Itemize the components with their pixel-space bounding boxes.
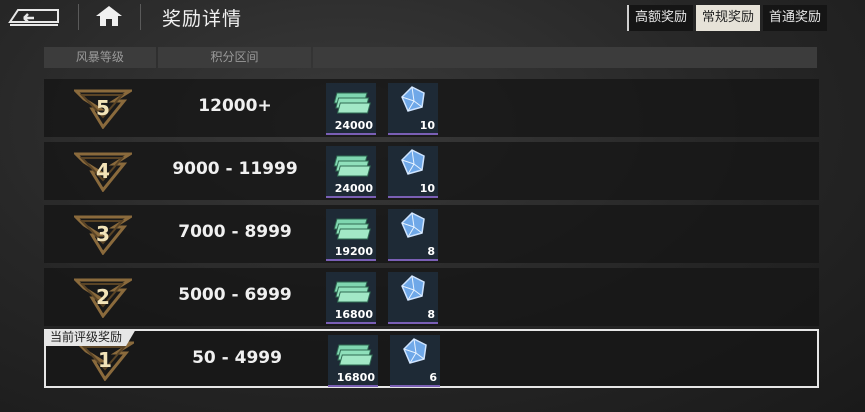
tab-first-clear-reward[interactable]: 首通奖励 (763, 5, 828, 31)
rank-number: 2 (96, 285, 110, 309)
storm-rank-badge: 3 (72, 213, 136, 256)
rank-number: 5 (96, 96, 110, 120)
home-button[interactable] (94, 4, 124, 28)
header-divider (140, 4, 141, 30)
score-range: 50 - 4999 (192, 348, 282, 368)
header-divider (78, 4, 79, 30)
cash-stack-icon (333, 281, 371, 303)
column-rewards (313, 47, 817, 68)
score-range: 9000 - 11999 (172, 159, 298, 179)
reward-row: 3 7000 - 8999 19200 8 (44, 205, 819, 263)
current-rating-tag: 当前评级奖励 (44, 329, 136, 346)
gem-amount: 10 (419, 119, 435, 132)
score-range: 12000+ (198, 96, 272, 116)
back-button[interactable] (8, 6, 60, 28)
score-range: 5000 - 6999 (178, 285, 292, 305)
cash-amount: 19200 (334, 245, 373, 258)
rank-number: 3 (96, 222, 110, 246)
gem-reward-item[interactable]: 8 (388, 209, 438, 261)
cash-reward-item[interactable]: 16800 (328, 335, 378, 387)
gem-amount: 10 (419, 182, 435, 195)
reward-row: 2 5000 - 6999 16800 8 (44, 268, 819, 326)
tab-regular-reward[interactable]: 常规奖励 (696, 5, 761, 31)
cash-reward-item[interactable]: 16800 (326, 272, 376, 324)
cash-stack-icon (333, 155, 371, 177)
cash-amount: 16800 (336, 371, 375, 384)
cash-stack-icon (333, 92, 371, 114)
cash-reward-item[interactable]: 19200 (326, 209, 376, 261)
gem-icon (401, 149, 425, 175)
tab-high-reward[interactable]: 高额奖励 (629, 5, 694, 31)
cash-amount: 16800 (334, 308, 373, 321)
gem-reward-item[interactable]: 6 (390, 335, 440, 387)
gem-reward-item[interactable]: 8 (388, 272, 438, 324)
gem-icon (401, 86, 425, 112)
cash-amount: 24000 (334, 182, 373, 195)
top-bar: 奖励详情 高额奖励 常规奖励 首通奖励 (0, 0, 865, 40)
page-title: 奖励详情 (162, 8, 243, 30)
storm-rank-badge: 5 (72, 87, 136, 130)
column-storm-level: 风暴等级 (44, 47, 156, 68)
reward-row: 4 9000 - 11999 24000 10 (44, 142, 819, 200)
storm-rank-badge: 4 (72, 150, 136, 193)
gem-icon (401, 275, 425, 301)
cash-reward-item[interactable]: 24000 (326, 146, 376, 198)
gem-amount: 8 (427, 245, 435, 258)
cash-amount: 24000 (334, 119, 373, 132)
score-range: 7000 - 8999 (178, 222, 292, 242)
gem-reward-item[interactable]: 10 (388, 83, 438, 135)
storm-rank-badge: 2 (72, 276, 136, 319)
cash-reward-item[interactable]: 24000 (326, 83, 376, 135)
gem-reward-item[interactable]: 10 (388, 146, 438, 198)
column-score-range: 积分区间 (157, 47, 312, 68)
rank-number: 4 (96, 159, 110, 183)
cash-stack-icon (333, 218, 371, 240)
reward-tabs: 高额奖励 常规奖励 首通奖励 (627, 5, 830, 31)
table-header: 风暴等级 积分区间 (44, 47, 819, 68)
gem-amount: 6 (429, 371, 437, 384)
cash-stack-icon (335, 344, 373, 366)
rank-number: 1 (98, 348, 112, 372)
reward-row: 5 12000+ 24000 10 (44, 79, 819, 137)
gem-amount: 8 (427, 308, 435, 321)
reward-row-current: 1 50 - 4999 16800 6 当前评级奖励 (44, 329, 819, 388)
gem-icon (401, 212, 425, 238)
back-icon (8, 9, 59, 26)
home-icon (96, 6, 122, 26)
gem-icon (403, 338, 427, 364)
